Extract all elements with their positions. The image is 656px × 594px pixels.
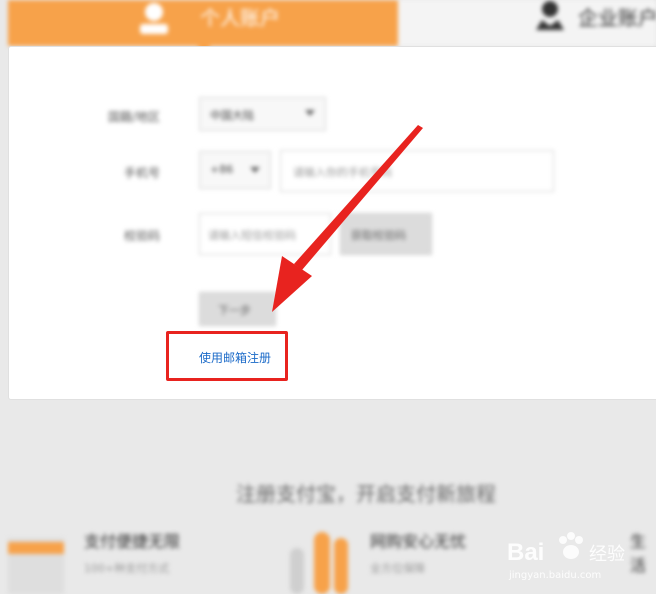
hand-icon [290,532,348,594]
feature-subtitle: 全方位保障 [370,562,425,575]
svg-text:经验: 经验 [589,544,625,565]
feature-subtitle: 100+种支付方式 [84,562,170,575]
svg-text:jingyan.baidu.com: jingyan.baidu.com [508,570,601,581]
baidu-jingyan-watermark: Bai 经验 jingyan.baidu.com [505,528,655,588]
promo-title: 注册支付宝，开启支付新旅程 [236,482,496,506]
feature-title: 支付便捷无限 [84,532,181,551]
feature-title: 网购安心无忧 [370,532,467,551]
baidu-paw-logo-icon: Bai 经验 jingyan.baidu.com [507,532,625,581]
feature-item: 网购安心无忧 全方位保障 [370,528,466,576]
feature-item: 支付便捷无限 100+种支付方式 [84,528,180,576]
payment-card-icon [8,538,64,594]
svg-text:Bai: Bai [507,539,544,566]
